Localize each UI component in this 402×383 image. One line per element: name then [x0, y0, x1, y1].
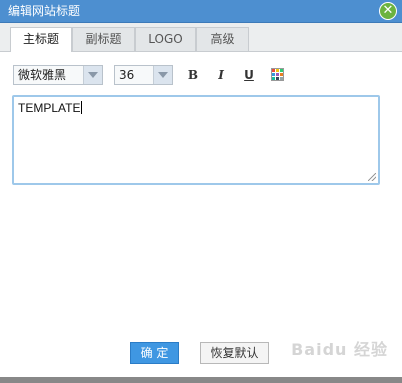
font-size-value: 36: [119, 68, 135, 82]
color-palette-icon[interactable]: [271, 68, 284, 81]
chevron-down-icon: [153, 66, 172, 84]
reset-default-button[interactable]: 恢复默认: [200, 342, 269, 364]
dialog-titlebar: 编辑网站标题 ✕: [0, 0, 402, 23]
bold-button[interactable]: B: [186, 68, 200, 82]
format-toolbar: 微软雅黑 36 B I U: [0, 62, 402, 88]
tab-subtitle[interactable]: 副标题: [72, 27, 135, 51]
bottom-border: [0, 377, 402, 383]
resize-grip-icon[interactable]: [368, 173, 376, 181]
underline-button[interactable]: U: [242, 68, 256, 82]
tab-strip: 主标题 副标题 LOGO 高级: [0, 23, 402, 52]
font-family-select[interactable]: 微软雅黑: [13, 65, 103, 85]
tab-main-title[interactable]: 主标题: [10, 27, 72, 52]
font-size-select[interactable]: 36: [114, 65, 173, 85]
dialog-title: 编辑网站标题: [8, 4, 81, 18]
tab-advanced[interactable]: 高级: [196, 27, 249, 51]
editor-text: TEMPLATE: [18, 101, 81, 115]
confirm-button[interactable]: 确 定: [130, 342, 179, 364]
text-caret: [81, 101, 83, 114]
title-text-editor[interactable]: TEMPLATE: [12, 95, 380, 185]
close-icon[interactable]: ✕: [379, 2, 397, 20]
font-family-value: 微软雅黑: [18, 68, 67, 82]
tab-logo[interactable]: LOGO: [135, 27, 196, 51]
chevron-down-icon: [83, 66, 102, 84]
watermark: Baidu 经验: [291, 340, 388, 359]
italic-button[interactable]: I: [214, 68, 228, 82]
